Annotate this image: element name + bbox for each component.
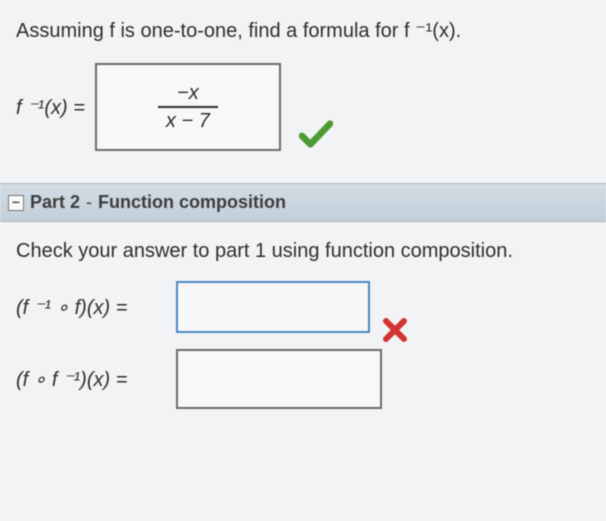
answer-1-numerator: −x (169, 82, 207, 106)
cross-icon (382, 317, 408, 349)
part-2-title: Function composition (98, 192, 286, 213)
answer-1-box[interactable]: −x x − 7 (95, 63, 281, 151)
answer-2b-row: (f ∘ f ⁻¹)(x) = (10, 345, 596, 413)
lhs-2b: (f ∘ f ⁻¹)(x) = (16, 367, 166, 392)
answer-2b-box[interactable] (176, 349, 382, 409)
answer-2a-box[interactable] (176, 281, 370, 333)
question-2-text: Check your answer to part 1 using functi… (10, 240, 596, 263)
check-icon (299, 119, 333, 155)
lhs-1: f ⁻¹(x) = (16, 95, 85, 120)
answer-1-row: f ⁻¹(x) = −x x − 7 (10, 59, 596, 155)
lhs-2a: (f ⁻¹ ∘ f)(x) = (16, 295, 166, 320)
part-2-dash: - (86, 192, 92, 213)
part-2-label: Part 2 (30, 192, 80, 213)
answer-1-fraction: −x x − 7 (158, 82, 218, 132)
answer-1-denominator: x − 7 (158, 106, 218, 132)
question-1-text: Assuming f is one-to-one, find a formula… (10, 18, 596, 43)
part-2-header: − Part 2 - Function composition (0, 183, 606, 222)
answer-2a-row: (f ⁻¹ ∘ f)(x) = (10, 277, 596, 337)
collapse-icon[interactable]: − (8, 195, 24, 211)
